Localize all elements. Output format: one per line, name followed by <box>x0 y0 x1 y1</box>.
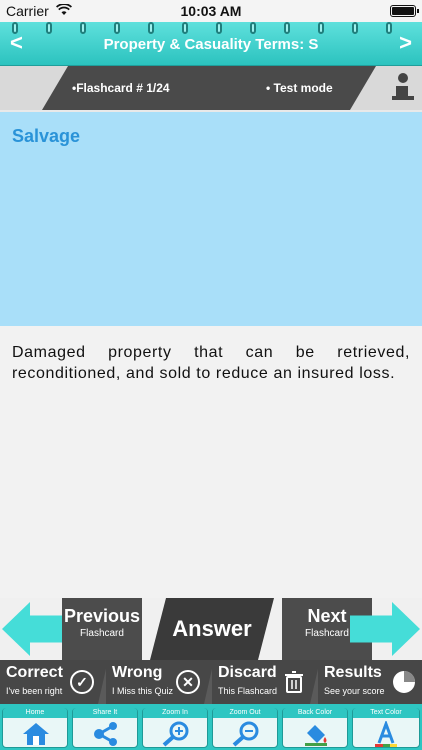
wrong-sublabel: I Miss this Quiz <box>112 686 174 696</box>
zoom-in-button[interactable]: Zoom In <box>142 708 208 748</box>
zoom-out-label: Zoom Out <box>213 708 277 718</box>
text-color-icon <box>375 721 397 747</box>
answer-button[interactable]: Answer <box>150 598 274 660</box>
share-button[interactable]: Share It <box>72 708 138 748</box>
reader-icon <box>392 73 414 100</box>
ring-icon <box>386 22 392 34</box>
back-color-label: Back Color <box>283 708 347 718</box>
pie-chart-icon <box>393 671 415 693</box>
clock: 10:03 AM <box>180 3 242 19</box>
text-color-label: Text Color <box>353 708 419 718</box>
left-arrow-icon[interactable] <box>2 602 72 656</box>
ring-icon <box>148 22 154 34</box>
status-bar: Carrier 10:03 AM <box>0 0 422 22</box>
page-title: Property & Casuality Terms: S <box>103 36 319 53</box>
home-icon <box>23 723 49 745</box>
info-strip: •Flashcard # 1/24 • Test mode <box>0 66 422 110</box>
binder-rings <box>0 22 422 36</box>
previous-flashcard-button[interactable]: Previous Flashcard <box>62 598 142 660</box>
zoom-out-icon <box>232 721 259 747</box>
correct-sublabel: I've been right <box>6 686 63 696</box>
ring-icon <box>46 22 52 34</box>
check-icon: ✓ <box>70 670 94 694</box>
zoom-out-button[interactable]: Zoom Out <box>212 708 278 748</box>
home-label: Home <box>3 708 67 718</box>
zoom-in-icon <box>162 721 189 747</box>
share-icon <box>94 722 117 746</box>
navigation-controls: Previous Flashcard Answer Next Flashcard <box>0 598 422 660</box>
ring-icon <box>182 22 188 34</box>
share-label: Share It <box>73 708 137 718</box>
wrong-button[interactable]: Wrong I Miss this Quiz ✕ <box>106 660 214 704</box>
previous-label: Previous <box>63 606 141 626</box>
term-title: Salvage <box>12 126 81 146</box>
ring-icon <box>216 22 222 34</box>
term-panel: Salvage <box>0 112 422 326</box>
results-label: Results <box>324 664 382 681</box>
discard-sublabel: This Flashcard <box>218 686 278 696</box>
definition-panel: Damaged property that can be retrieved, … <box>0 326 422 598</box>
trash-icon <box>282 670 306 694</box>
results-button[interactable]: Results See your score <box>318 660 422 704</box>
flashcard-counter: •Flashcard # 1/24 <box>72 81 170 95</box>
ring-icon <box>250 22 256 34</box>
scoring-bar: Correct I've been right ✓ Wrong I Miss t… <box>0 660 422 704</box>
paint-bucket-icon <box>305 725 327 746</box>
ring-icon <box>114 22 120 34</box>
previous-sublabel: Flashcard <box>80 628 124 639</box>
discard-button[interactable]: Discard This Flashcard <box>212 660 320 704</box>
answer-label: Answer <box>172 616 252 641</box>
ring-icon <box>12 22 18 34</box>
discard-label: Discard <box>218 664 277 681</box>
home-button[interactable]: Home <box>2 708 68 748</box>
definition-text: Damaged property that can be retrieved, … <box>12 344 410 382</box>
results-sublabel: See your score <box>324 686 385 696</box>
correct-label: Correct <box>6 664 63 681</box>
ring-icon <box>80 22 86 34</box>
back-color-button[interactable]: Back Color <box>282 708 348 748</box>
wrong-label: Wrong <box>112 664 163 681</box>
correct-button[interactable]: Correct I've been right ✓ <box>0 660 108 704</box>
ring-icon <box>318 22 324 34</box>
ring-icon <box>284 22 290 34</box>
cross-icon: ✕ <box>176 670 200 694</box>
ring-icon <box>352 22 358 34</box>
battery-icon <box>390 5 419 17</box>
tool-bar: Home Share It Zoom In Zoom Out Back Colo… <box>0 704 422 750</box>
zoom-in-label: Zoom In <box>143 708 207 718</box>
mode-label: • Test mode <box>266 81 333 95</box>
text-color-button[interactable]: Text Color <box>352 708 420 748</box>
